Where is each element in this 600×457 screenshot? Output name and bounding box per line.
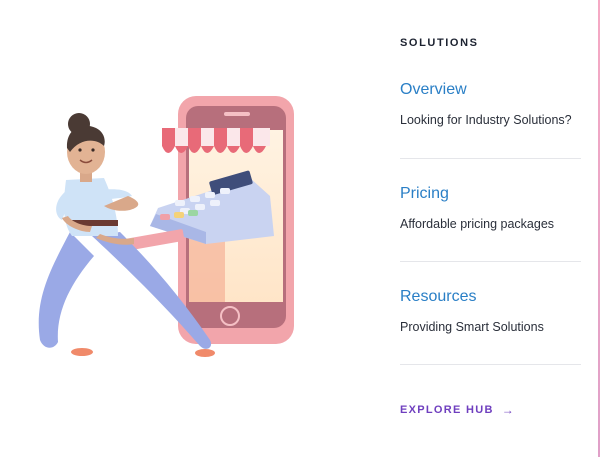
section-heading: SOLUTIONS <box>400 37 479 49</box>
explore-hub-button[interactable]: EXPLORE HUB → <box>400 403 515 417</box>
resources-description: Providing Smart Solutions <box>400 320 544 334</box>
explore-hub-label: EXPLORE HUB <box>400 404 494 416</box>
arrow-right-icon: → <box>501 403 516 417</box>
menu-item-overview[interactable]: Overview Looking for Industry Solutions? <box>400 81 581 127</box>
pricing-description: Affordable pricing packages <box>400 217 555 231</box>
divider <box>400 261 581 262</box>
menu-item-pricing[interactable]: Pricing Affordable pricing packages <box>400 185 581 231</box>
resources-link[interactable]: Resources <box>400 288 581 306</box>
hero-illustration <box>38 96 294 357</box>
menu-item-resources[interactable]: Resources Providing Smart Solutions <box>400 288 581 334</box>
pricing-link[interactable]: Pricing <box>400 185 581 203</box>
divider <box>400 158 581 159</box>
overview-description: Looking for Industry Solutions? <box>400 113 572 127</box>
divider <box>400 364 581 365</box>
overview-link[interactable]: Overview <box>400 81 581 99</box>
